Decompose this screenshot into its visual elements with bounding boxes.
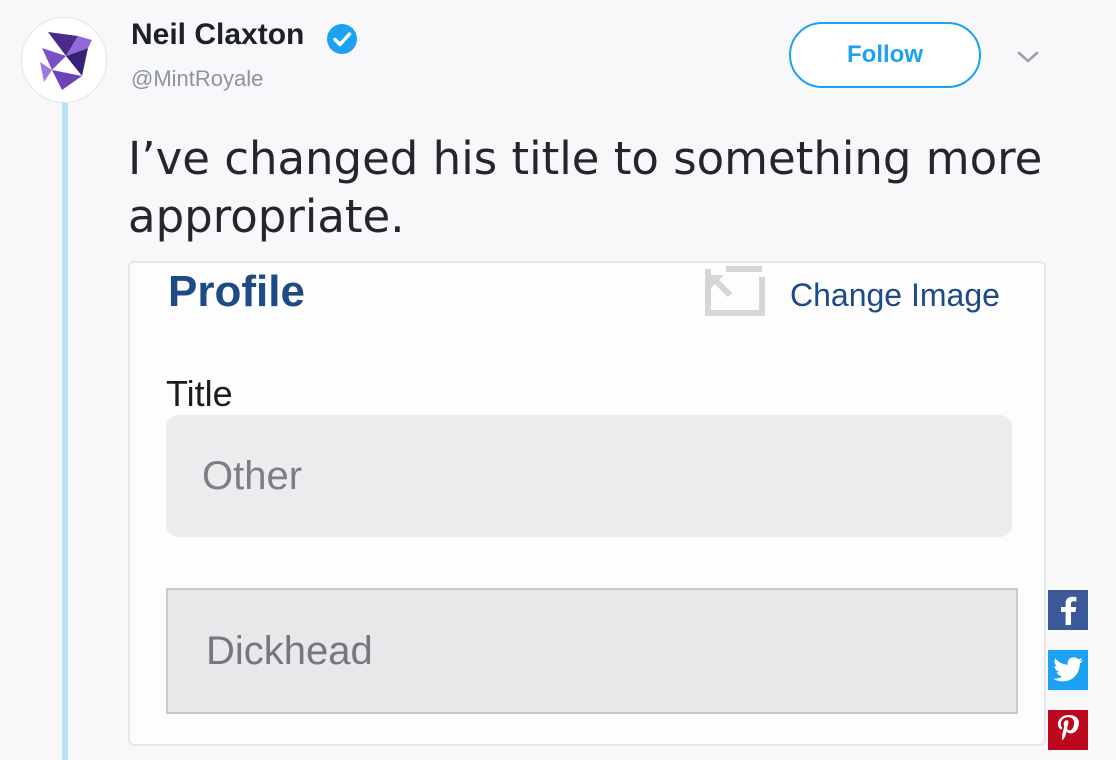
change-image-icon[interactable] (704, 265, 766, 317)
share-twitter-button[interactable] (1048, 650, 1088, 690)
follow-button[interactable]: Follow (789, 22, 981, 88)
chevron-down-icon[interactable] (1016, 48, 1040, 66)
author-name[interactable]: Neil Claxton (131, 18, 304, 52)
pinterest-icon (1058, 715, 1079, 741)
facebook-icon (1061, 596, 1077, 625)
title-text-field[interactable]: Dickhead (166, 588, 1018, 714)
avatar[interactable] (22, 18, 106, 102)
title-select-field[interactable]: Other (166, 415, 1012, 537)
author-handle[interactable]: @MintRoyale (131, 66, 263, 92)
profile-heading: Profile (168, 267, 305, 316)
title-label: Title (166, 373, 233, 414)
twitter-icon (1053, 657, 1083, 682)
thread-line (62, 100, 68, 760)
share-facebook-button[interactable] (1048, 590, 1088, 630)
verified-badge-icon (327, 24, 357, 54)
share-pinterest-button[interactable] (1048, 710, 1088, 750)
embedded-screenshot-card: Profile Change Image Title Other Dickhea… (128, 261, 1046, 746)
avatar-logo-icon (22, 18, 106, 102)
change-image-link[interactable]: Change Image (790, 277, 1000, 314)
tweet-text: I’ve changed his title to something more… (128, 132, 1043, 243)
